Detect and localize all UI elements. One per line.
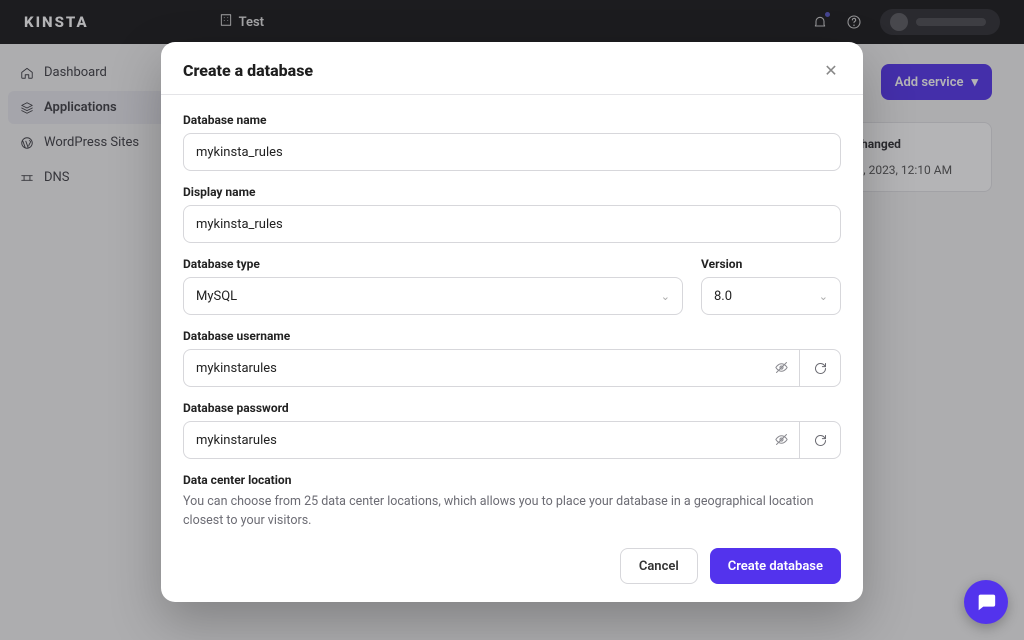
create-database-button[interactable]: Create database	[710, 548, 841, 584]
db-password-input[interactable]	[183, 421, 799, 459]
label-display-name: Display name	[183, 185, 841, 199]
regenerate-password-button[interactable]	[799, 421, 841, 459]
label-db-username: Database username	[183, 329, 841, 343]
create-database-modal: Create a database ✕ Database name Displa…	[161, 42, 863, 602]
visibility-off-icon[interactable]	[774, 432, 789, 451]
db-username-input[interactable]	[183, 349, 799, 387]
chevron-down-icon: ⌄	[819, 290, 828, 303]
chat-button[interactable]	[964, 580, 1008, 624]
label-db-password: Database password	[183, 401, 841, 415]
label-db-name: Database name	[183, 113, 841, 127]
db-name-input[interactable]	[183, 133, 841, 171]
regenerate-username-button[interactable]	[799, 349, 841, 387]
chevron-down-icon: ⌄	[661, 290, 670, 303]
display-name-input[interactable]	[183, 205, 841, 243]
label-location: Data center location	[183, 473, 841, 487]
modal-overlay: Create a database ✕ Database name Displa…	[0, 0, 1024, 640]
db-type-select[interactable]: MySQL ⌄	[183, 277, 683, 315]
chat-icon	[975, 591, 997, 613]
db-type-value: MySQL	[196, 289, 237, 304]
version-value: 8.0	[714, 289, 732, 304]
cancel-button[interactable]: Cancel	[620, 548, 698, 584]
label-db-type: Database type	[183, 257, 683, 271]
version-select[interactable]: 8.0 ⌄	[701, 277, 841, 315]
visibility-off-icon[interactable]	[774, 360, 789, 379]
location-help-text: You can choose from 25 data center locat…	[183, 493, 841, 531]
label-version: Version	[701, 257, 841, 271]
modal-title: Create a database	[183, 61, 821, 80]
close-button[interactable]: ✕	[821, 60, 841, 80]
